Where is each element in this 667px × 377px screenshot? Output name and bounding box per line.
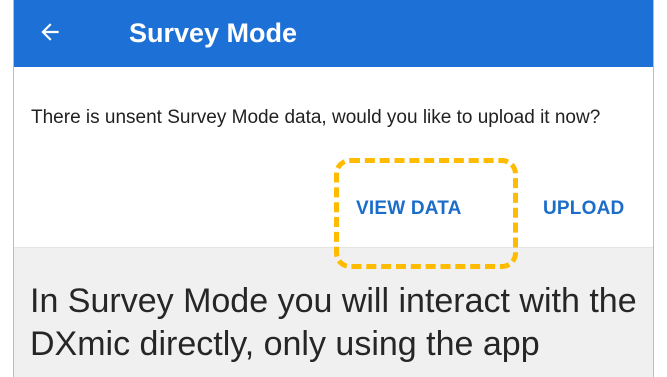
right-border [653,0,654,377]
upload-button[interactable]: UPLOAD [543,198,624,220]
view-data-button[interactable]: VIEW DATA [356,198,462,220]
app-screen: Survey Mode There is unsent Survey Mode … [14,0,653,377]
back-button[interactable] [30,12,70,52]
screenshot-frame: Survey Mode There is unsent Survey Mode … [0,0,667,377]
unsent-data-dialog: There is unsent Survey Mode data, would … [14,67,653,269]
survey-mode-intro-text: In Survey Mode you will interact with th… [30,282,637,363]
app-bar: Survey Mode [14,0,653,67]
dialog-message: There is unsent Survey Mode data, would … [31,107,601,128]
arrow-left-icon [41,23,59,41]
page-title: Survey Mode [129,18,298,48]
